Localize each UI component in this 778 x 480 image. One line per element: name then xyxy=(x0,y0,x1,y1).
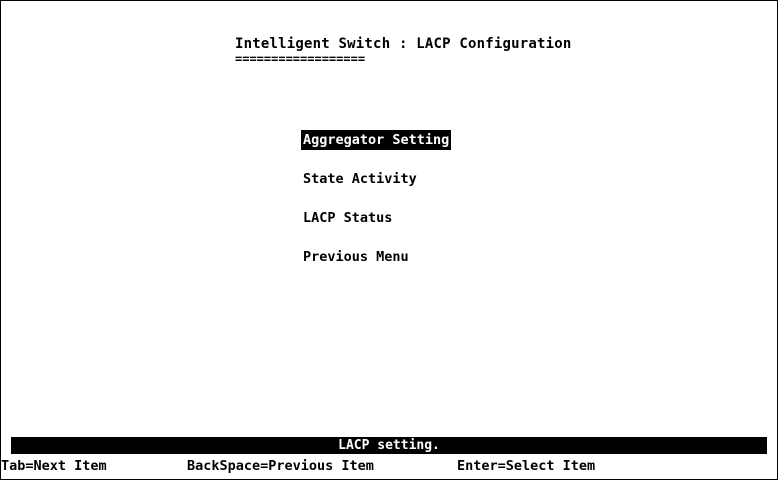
hint-enter-select-item: Enter=Select Item xyxy=(457,458,596,474)
main-menu: Aggregator Setting State Activity LACP S… xyxy=(301,130,452,286)
menu-item-lacp-status[interactable]: LACP Status xyxy=(301,208,394,228)
hint-backspace-previous-item: BackSpace=Previous Item xyxy=(187,458,374,474)
title-underline: ================== xyxy=(235,52,366,66)
hint-tab-next-item: Tab=Next Item xyxy=(1,458,107,474)
terminal-screen: Intelligent Switch : LACP Configuration … xyxy=(0,0,778,480)
key-hints: Tab=Next Item BackSpace=Previous Item En… xyxy=(1,456,777,476)
menu-item-previous-menu[interactable]: Previous Menu xyxy=(301,247,411,267)
menu-item-aggregator-setting[interactable]: Aggregator Setting xyxy=(301,130,452,150)
menu-item-state-activity[interactable]: State Activity xyxy=(301,169,419,189)
page-title: Intelligent Switch : LACP Configuration xyxy=(235,36,572,52)
status-bar: LACP setting. xyxy=(11,437,767,454)
status-message: LACP setting. xyxy=(338,438,440,453)
